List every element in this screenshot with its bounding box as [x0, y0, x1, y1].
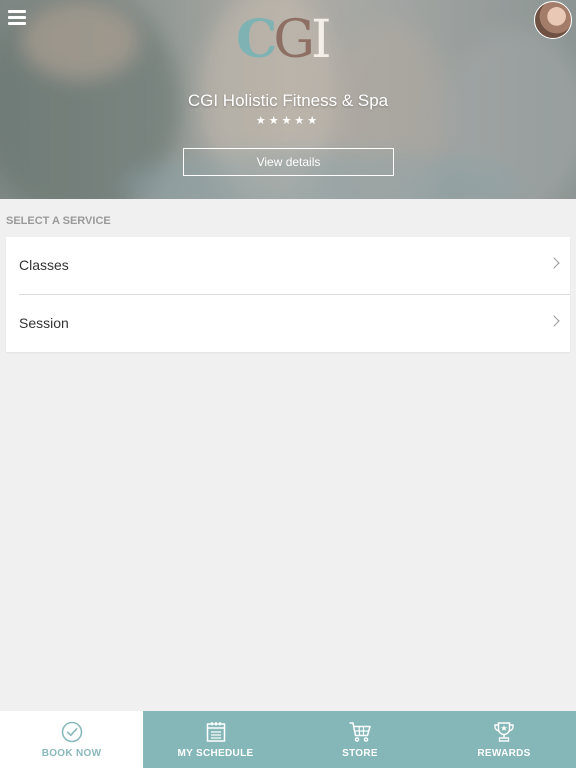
tab-book-now[interactable]: BOOK NOW: [0, 711, 143, 768]
hero-banner: CGI CGI Holistic Fitness & Spa ★★★★★ Vie…: [0, 0, 576, 199]
studio-name: CGI Holistic Fitness & Spa: [187, 91, 389, 110]
calendar-icon: [206, 722, 225, 742]
cart-icon: [349, 722, 371, 742]
profile-avatar[interactable]: [534, 1, 572, 39]
service-row-session[interactable]: Session: [19, 294, 570, 352]
menu-icon[interactable]: [8, 10, 26, 26]
tab-label: BOOK NOW: [41, 748, 102, 759]
tab-label: REWARDS: [477, 748, 531, 759]
service-list: Classes Session: [6, 237, 570, 352]
tab-label: STORE: [342, 748, 378, 759]
chevron-right-icon: [548, 315, 560, 327]
view-details-button[interactable]: View details: [183, 148, 394, 176]
service-label: Classes: [19, 257, 69, 273]
tab-rewards[interactable]: REWARDS: [432, 711, 576, 768]
bottom-nav: BOOK NOW MY SCHEDULE STORE REWARDS: [0, 711, 576, 768]
check-circle-icon: [61, 721, 82, 743]
service-label: Session: [19, 315, 69, 331]
tab-my-schedule[interactable]: MY SCHEDULE: [143, 711, 288, 768]
star-rating: ★★★★★: [255, 115, 321, 127]
chevron-right-icon: [548, 257, 560, 269]
service-row-classes[interactable]: Classes: [6, 237, 570, 294]
studio-logo: CGI: [236, 9, 331, 70]
trophy-icon: [494, 722, 514, 742]
tab-store[interactable]: STORE: [288, 711, 432, 768]
tab-label: MY SCHEDULE: [177, 748, 254, 759]
section-label: SELECT A SERVICE: [6, 215, 111, 227]
